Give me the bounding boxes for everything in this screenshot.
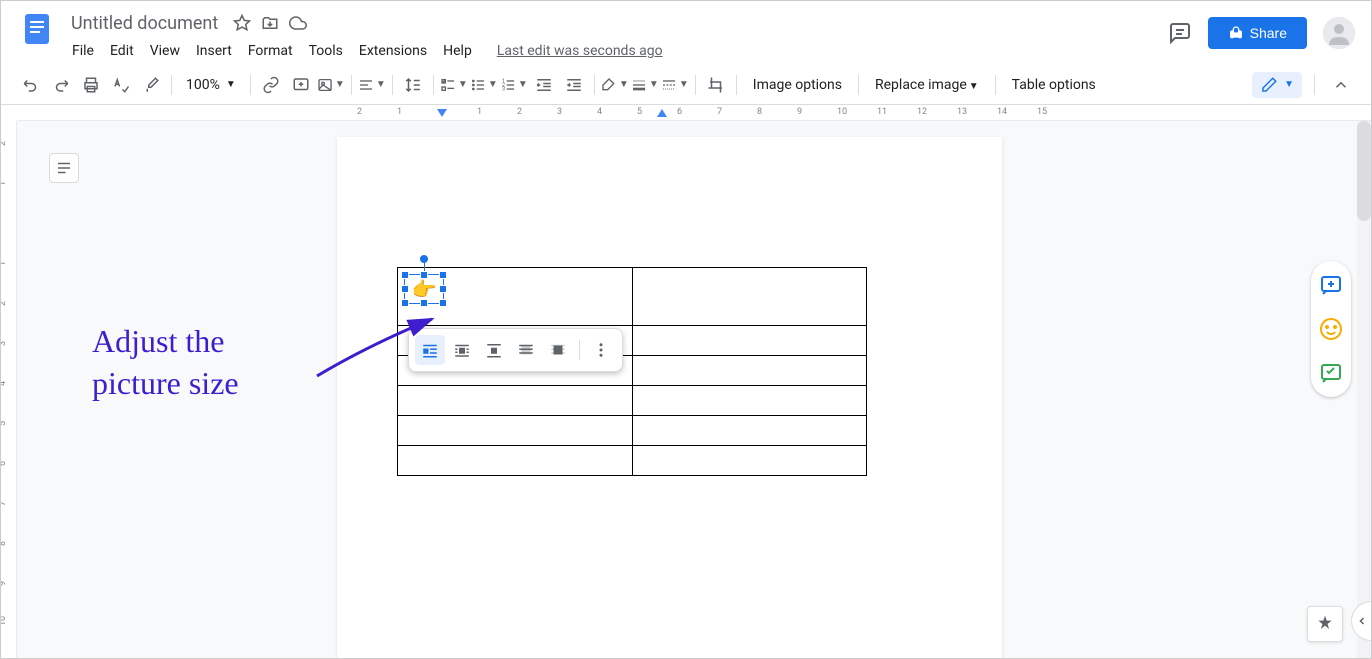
menu-edit[interactable]: Edit [103,39,141,63]
document-table[interactable]: 👉 [397,267,867,476]
table-row[interactable]: 👉 [398,268,867,326]
add-comment-button[interactable] [287,71,315,99]
resize-handle-tm[interactable] [420,271,428,279]
zoom-select[interactable]: 100%▼ [178,73,244,97]
table-row[interactable] [398,446,867,476]
resize-handle-tl[interactable] [401,271,409,279]
scroll-thumb[interactable] [1357,121,1371,221]
resize-handle-ml[interactable] [401,285,409,293]
horizontal-ruler[interactable]: 2 1 1 2 3 4 5 6 7 8 9 10 11 12 13 14 15 [17,105,1371,121]
svg-text:3: 3 [502,86,505,92]
bulleted-list-button[interactable]: ▼ [470,71,498,99]
document-title[interactable]: Untitled document [65,11,224,36]
crop-button[interactable] [702,71,730,99]
suggest-edits-action[interactable] [1315,357,1347,389]
document-outline-button[interactable] [49,153,79,183]
add-emoji-action[interactable] [1315,313,1347,345]
side-actions-panel [1311,261,1351,397]
table-cell[interactable] [398,446,633,476]
wrap-front-button[interactable] [543,335,573,365]
rotate-handle[interactable] [420,255,428,263]
table-row[interactable] [398,386,867,416]
menu-help[interactable]: Help [436,39,479,63]
table-cell[interactable] [632,416,867,446]
table-cell[interactable] [632,268,867,326]
table-row[interactable] [398,416,867,446]
redo-button[interactable] [47,71,75,99]
resize-handle-br[interactable] [439,299,447,307]
checklist-button[interactable]: ▼ [440,71,468,99]
add-comment-action[interactable] [1315,269,1347,301]
menu-insert[interactable]: Insert [189,39,239,63]
decrease-indent-button[interactable] [530,71,558,99]
docs-logo[interactable] [17,9,57,49]
resize-handle-bl[interactable] [401,299,409,307]
resize-handle-mr[interactable] [439,285,447,293]
document-page[interactable]: 👉 [337,137,1002,658]
share-label: Share [1250,25,1287,41]
table-cell[interactable] [632,446,867,476]
table-options-button[interactable]: Table options [1002,73,1106,97]
menu-format[interactable]: Format [241,39,300,63]
insert-image-button[interactable]: ▼ [317,71,345,99]
print-button[interactable] [77,71,105,99]
share-button[interactable]: Share [1208,17,1307,49]
numbered-list-button[interactable]: 123▼ [500,71,528,99]
align-button[interactable]: ▼ [358,71,386,99]
line-spacing-button[interactable] [399,71,427,99]
image-options-button[interactable]: Image options [743,73,852,97]
table-cell[interactable] [632,356,867,386]
wrap-break-button[interactable] [479,335,509,365]
border-dash-button[interactable]: ▼ [661,71,689,99]
last-edit-link[interactable]: Last edit was seconds ago [497,43,663,59]
account-avatar[interactable] [1323,17,1355,49]
table-cell[interactable] [632,326,867,356]
undo-button[interactable] [17,71,45,99]
selected-image[interactable]: 👉 [404,274,444,304]
wrap-text-button[interactable] [447,335,477,365]
border-weight-button[interactable]: ▼ [631,71,659,99]
move-icon[interactable] [260,13,280,33]
link-button[interactable] [257,71,285,99]
replace-image-button[interactable]: Replace image▼ [865,73,989,97]
hide-menus-button[interactable] [1327,71,1355,99]
spellcheck-button[interactable] [107,71,135,99]
explore-button[interactable] [1307,606,1343,642]
wrap-inline-button[interactable] [415,335,445,365]
cloud-status-icon[interactable] [288,13,308,33]
editing-mode-button[interactable]: ▼ [1252,72,1302,98]
table-cell[interactable] [398,386,633,416]
menu-extensions[interactable]: Extensions [352,39,434,63]
resize-handle-tr[interactable] [439,271,447,279]
table-cell[interactable] [632,386,867,416]
menu-file[interactable]: File [65,39,101,63]
table-cell[interactable] [398,416,633,446]
border-color-button[interactable]: ▼ [601,71,629,99]
table-cell[interactable]: 👉 [398,268,633,326]
annotation-text: Adjust the picture size [92,321,239,404]
vertical-ruler[interactable]: 2 1 1 2 3 4 5 6 7 8 9 10 [1,121,17,658]
resize-handle-bm[interactable] [420,299,428,307]
paint-format-button[interactable] [137,71,165,99]
menu-view[interactable]: View [143,39,187,63]
image-more-options-button[interactable] [586,335,616,365]
star-icon[interactable] [232,13,252,33]
wrap-behind-button[interactable] [511,335,541,365]
image-wrap-toolbar [408,328,623,372]
vertical-scrollbar[interactable] [1357,121,1371,658]
increase-indent-button[interactable] [560,71,588,99]
menu-tools[interactable]: Tools [302,39,350,63]
comment-history-icon[interactable] [1168,21,1192,45]
